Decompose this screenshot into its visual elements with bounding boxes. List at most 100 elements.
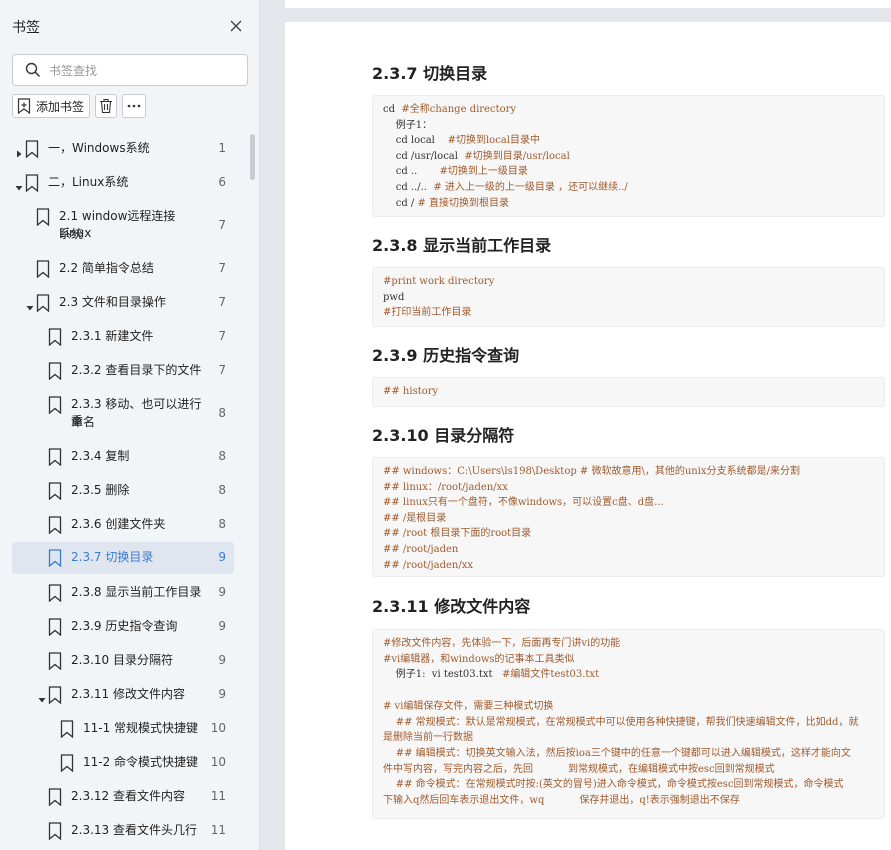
- more-options-button[interactable]: [122, 94, 146, 118]
- bookmark-label: 一，Windows系统: [48, 141, 150, 155]
- section-heading: 2.3.7 切换目录: [372, 64, 488, 83]
- bookmark-icon: [48, 584, 62, 603]
- code-line: ## 常规模式：默认是常规模式，在常规模式中可以使用各种快捷键，帮我们快速编辑文…: [383, 716, 859, 730]
- code-line: ## /root 根目录下面的root目录: [383, 527, 531, 541]
- code-command: cd ..: [383, 166, 440, 178]
- code-command: 例子1：: [383, 119, 433, 131]
- bookmark-item[interactable]: 11-2 命令模式快捷键 10: [12, 746, 234, 780]
- document-page: 2.3.7 切换目录 cd #全称change directory 例子1： cd…: [285, 22, 891, 850]
- bookmark-item[interactable]: 一，Windows系统 1: [12, 132, 234, 166]
- delete-bookmark-button[interactable]: [95, 94, 117, 118]
- sidebar-title: 书签: [12, 20, 40, 36]
- bookmark-item[interactable]: 2.3.12 查看文件内容 11: [12, 780, 234, 814]
- code-comment: ## 常规模式：默认是常规模式，在常规模式中可以使用各种快捷键，帮我们快速编辑文…: [383, 716, 859, 728]
- bookmark-page-number: 9: [218, 550, 226, 564]
- bookmark-item[interactable]: 11-1 常规模式快捷键 10: [12, 712, 234, 746]
- bookmark-page-number: 11: [210, 823, 226, 837]
- bookmark-page-number: 11: [210, 789, 226, 803]
- bookmark-item[interactable]: 2.3 文件和目录操作 7: [12, 286, 234, 320]
- sidebar-header: 书签: [0, 0, 260, 52]
- section-heading: 2.3.8 显示当前工作目录: [372, 236, 552, 255]
- bookmark-icon: [60, 720, 74, 739]
- previous-page-edge: [285, 0, 891, 8]
- bookmark-item[interactable]: 2.3.6 创建文件夹 8: [12, 508, 234, 542]
- bookmark-page-number: 8: [218, 406, 226, 420]
- search-input[interactable]: [49, 61, 239, 81]
- bookmark-label: 2.3.10 目录分隔符: [71, 653, 173, 667]
- bookmark-icon: [48, 549, 62, 568]
- bookmark-item[interactable]: 2.3.7 切换目录 9: [12, 542, 234, 574]
- bookmark-item[interactable]: 2.3.8 显示当前工作目录 9: [12, 576, 234, 610]
- code-comment: ## linux：/root/jaden/xx: [383, 481, 508, 493]
- bookmark-page-number: 8: [218, 483, 226, 497]
- bookmark-item[interactable]: 2.3.2 查看目录下的文件 7: [12, 354, 234, 388]
- code-block: #修改文件内容，先体验一下，后面再专门讲vi的功能 #vi编辑器，和windows…: [372, 629, 885, 819]
- bookmark-sidebar: 书签 添加书签 一，Windows系统1二，Linux系统62.1 window…: [0, 0, 260, 850]
- add-bookmark-button[interactable]: 添加书签: [12, 94, 90, 118]
- code-line: ## 命令模式：在常规模式时按:(英文的冒号)进入命令模式，命令模式按esc回到…: [383, 778, 844, 792]
- bookmark-label: 二，Linux系统: [48, 175, 129, 189]
- code-line: cd / # 直接切换到根目录: [383, 197, 509, 211]
- code-comment: #打印当前工作目录: [383, 307, 472, 319]
- caret-down-icon[interactable]: [25, 298, 35, 311]
- code-comment: #切换到上一级目录: [439, 166, 528, 178]
- code-line: cd #全称change directory: [383, 103, 516, 117]
- bookmark-page-number: 7: [218, 329, 226, 343]
- code-comment: #修改文件内容，先体验一下，后面再专门讲vi的功能: [383, 638, 621, 649]
- bookmark-page-number: 8: [218, 517, 226, 531]
- code-line: #修改文件内容，先体验一下，后面再专门讲vi的功能: [383, 637, 620, 651]
- bookmark-item[interactable]: 2.3.10 目录分隔符 9: [12, 644, 234, 678]
- bookmark-page-number: 8: [218, 449, 226, 463]
- bookmark-search[interactable]: [12, 54, 248, 86]
- close-icon[interactable]: [226, 16, 246, 36]
- sidebar-scrollbar[interactable]: [250, 134, 255, 180]
- bookmark-icon: [48, 396, 62, 415]
- bookmark-item[interactable]: 2.1 window远程连接Linux 系统 7: [12, 200, 234, 252]
- code-line: 件中写内容，写完内容之后，先回 到常规模式，在编辑模式中按esc回到常规模式: [383, 763, 775, 777]
- bookmark-page-number: 7: [218, 295, 226, 309]
- bookmark-label-cont: 系统: [59, 227, 84, 241]
- bookmark-item[interactable]: 2.3.5 删除 8: [12, 474, 234, 508]
- caret-down-icon[interactable]: [14, 178, 24, 191]
- bookmark-icon: [48, 788, 62, 807]
- bookmark-label: 2.3.12 查看文件内容: [71, 789, 185, 803]
- bookmark-label: 2.3 文件和目录操作: [59, 295, 166, 309]
- bookmark-label: 2.3.8 显示当前工作目录: [71, 585, 202, 599]
- caret-right-icon[interactable]: [14, 144, 24, 158]
- code-comment: ## 命令模式：在常规模式时按:(英文的冒号)进入命令模式，命令模式按esc回到…: [383, 779, 844, 791]
- code-line: ## windows：C:\Users\ls198\Desktop # 微软故意…: [383, 465, 800, 479]
- code-line: ## linux只有一个盘符，不像windows，可以设置c盘、d盘...: [383, 496, 664, 510]
- trash-icon: [100, 98, 112, 114]
- bookmark-item[interactable]: 二，Linux系统 6: [12, 166, 234, 200]
- code-line: cd .. #切换到上一级目录: [383, 165, 528, 179]
- code-comment: ## /是根目录: [383, 512, 447, 524]
- caret-down-icon[interactable]: [37, 690, 47, 703]
- bookmark-item[interactable]: 2.3.1 新建文件 7: [12, 320, 234, 354]
- code-command: cd ../..: [383, 182, 434, 193]
- bookmark-icon: [48, 686, 62, 705]
- bookmark-label: 2.3.2 查看目录下的文件: [71, 363, 202, 377]
- section-heading: 2.3.11 修改文件内容: [372, 597, 531, 616]
- code-comment: ## history: [383, 386, 439, 397]
- bookmark-item[interactable]: 2.3.11 修改文件内容 9: [12, 678, 234, 712]
- bookmark-label-cont: 命名: [71, 415, 96, 429]
- code-comment: #编辑文件test03.txt: [502, 669, 600, 681]
- bookmark-item[interactable]: 2.3.13 查看文件头几行 11: [12, 814, 234, 848]
- code-line: # vi编辑保存文件，需要三种模式切换: [383, 700, 553, 714]
- code-command: 例子1: vi test03.txt: [383, 669, 503, 681]
- code-block: cd #全称change directory 例子1： cd local #切换…: [372, 95, 885, 217]
- code-command: cd: [383, 104, 402, 115]
- bookmark-icon: [48, 482, 62, 501]
- bookmark-item[interactable]: 2.2 简单指令总结 7: [12, 252, 234, 286]
- bookmark-label: 2.3.6 创建文件夹: [71, 517, 166, 531]
- bookmark-item[interactable]: 2.3.4 复制 8: [12, 440, 234, 474]
- bookmark-page-number: 10: [210, 721, 226, 735]
- code-comment: 是删除当前一行数据: [383, 732, 473, 744]
- bookmark-item[interactable]: 2.3.9 历史指令查询 9: [12, 610, 234, 644]
- code-comment: ## /root/jaden/xx: [383, 559, 473, 571]
- code-comment: #切换到local目录中: [447, 135, 540, 147]
- bookmark-item[interactable]: 2.3.3 移动、也可以进行重 命名 8: [12, 388, 234, 440]
- more-icon: [127, 104, 141, 108]
- code-line: cd ../.. # 进入上一级的上一级目录 ，还可以继续../: [383, 181, 628, 195]
- code-comment: #切换到目录/usr/local: [464, 150, 570, 162]
